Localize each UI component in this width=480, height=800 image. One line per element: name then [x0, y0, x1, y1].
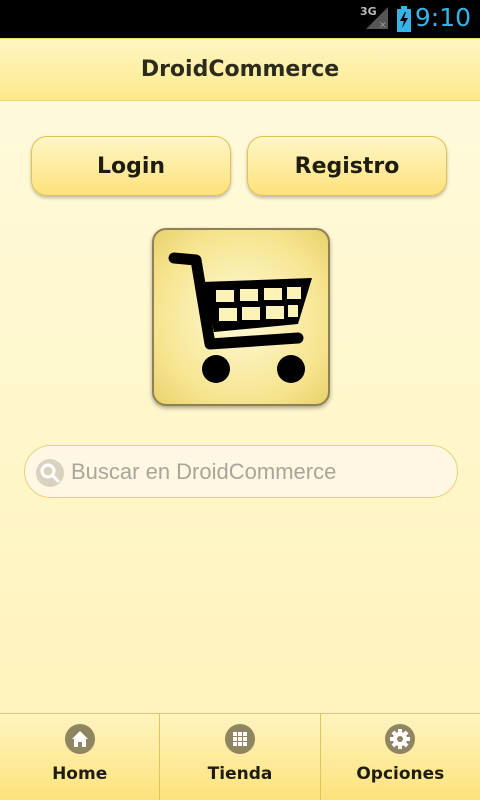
app-title: DroidCommerce [140, 57, 340, 82]
grid-icon [224, 724, 255, 754]
tab-tienda[interactable]: Tienda [160, 714, 321, 800]
cart-logo[interactable] [152, 228, 330, 406]
clock: 9:10 [414, 3, 471, 32]
title-bar: DroidCommerce [0, 38, 480, 101]
home-icon [64, 724, 95, 754]
tab-tienda-label: Tienda [207, 764, 273, 784]
search-bar[interactable] [24, 445, 458, 498]
register-button[interactable]: Registro [247, 136, 447, 196]
gear-icon [385, 724, 416, 754]
tab-home-label: Home [52, 764, 108, 784]
tab-opciones[interactable]: Opciones [320, 714, 480, 800]
tab-opciones-label: Opciones [356, 764, 445, 784]
svg-text:✕: ✕ [379, 21, 387, 29]
login-button[interactable]: Login [31, 136, 231, 196]
status-bar: 3G ✕ 9:10 [0, 0, 480, 38]
battery-charging-icon [397, 6, 411, 32]
bottom-navigation: Home Tienda Opciones [0, 713, 480, 800]
tab-home[interactable]: Home [0, 714, 161, 800]
search-icon [36, 459, 64, 487]
signal-icon: ✕ [366, 7, 388, 29]
search-input[interactable] [71, 455, 441, 489]
shopping-cart-icon [168, 252, 312, 383]
